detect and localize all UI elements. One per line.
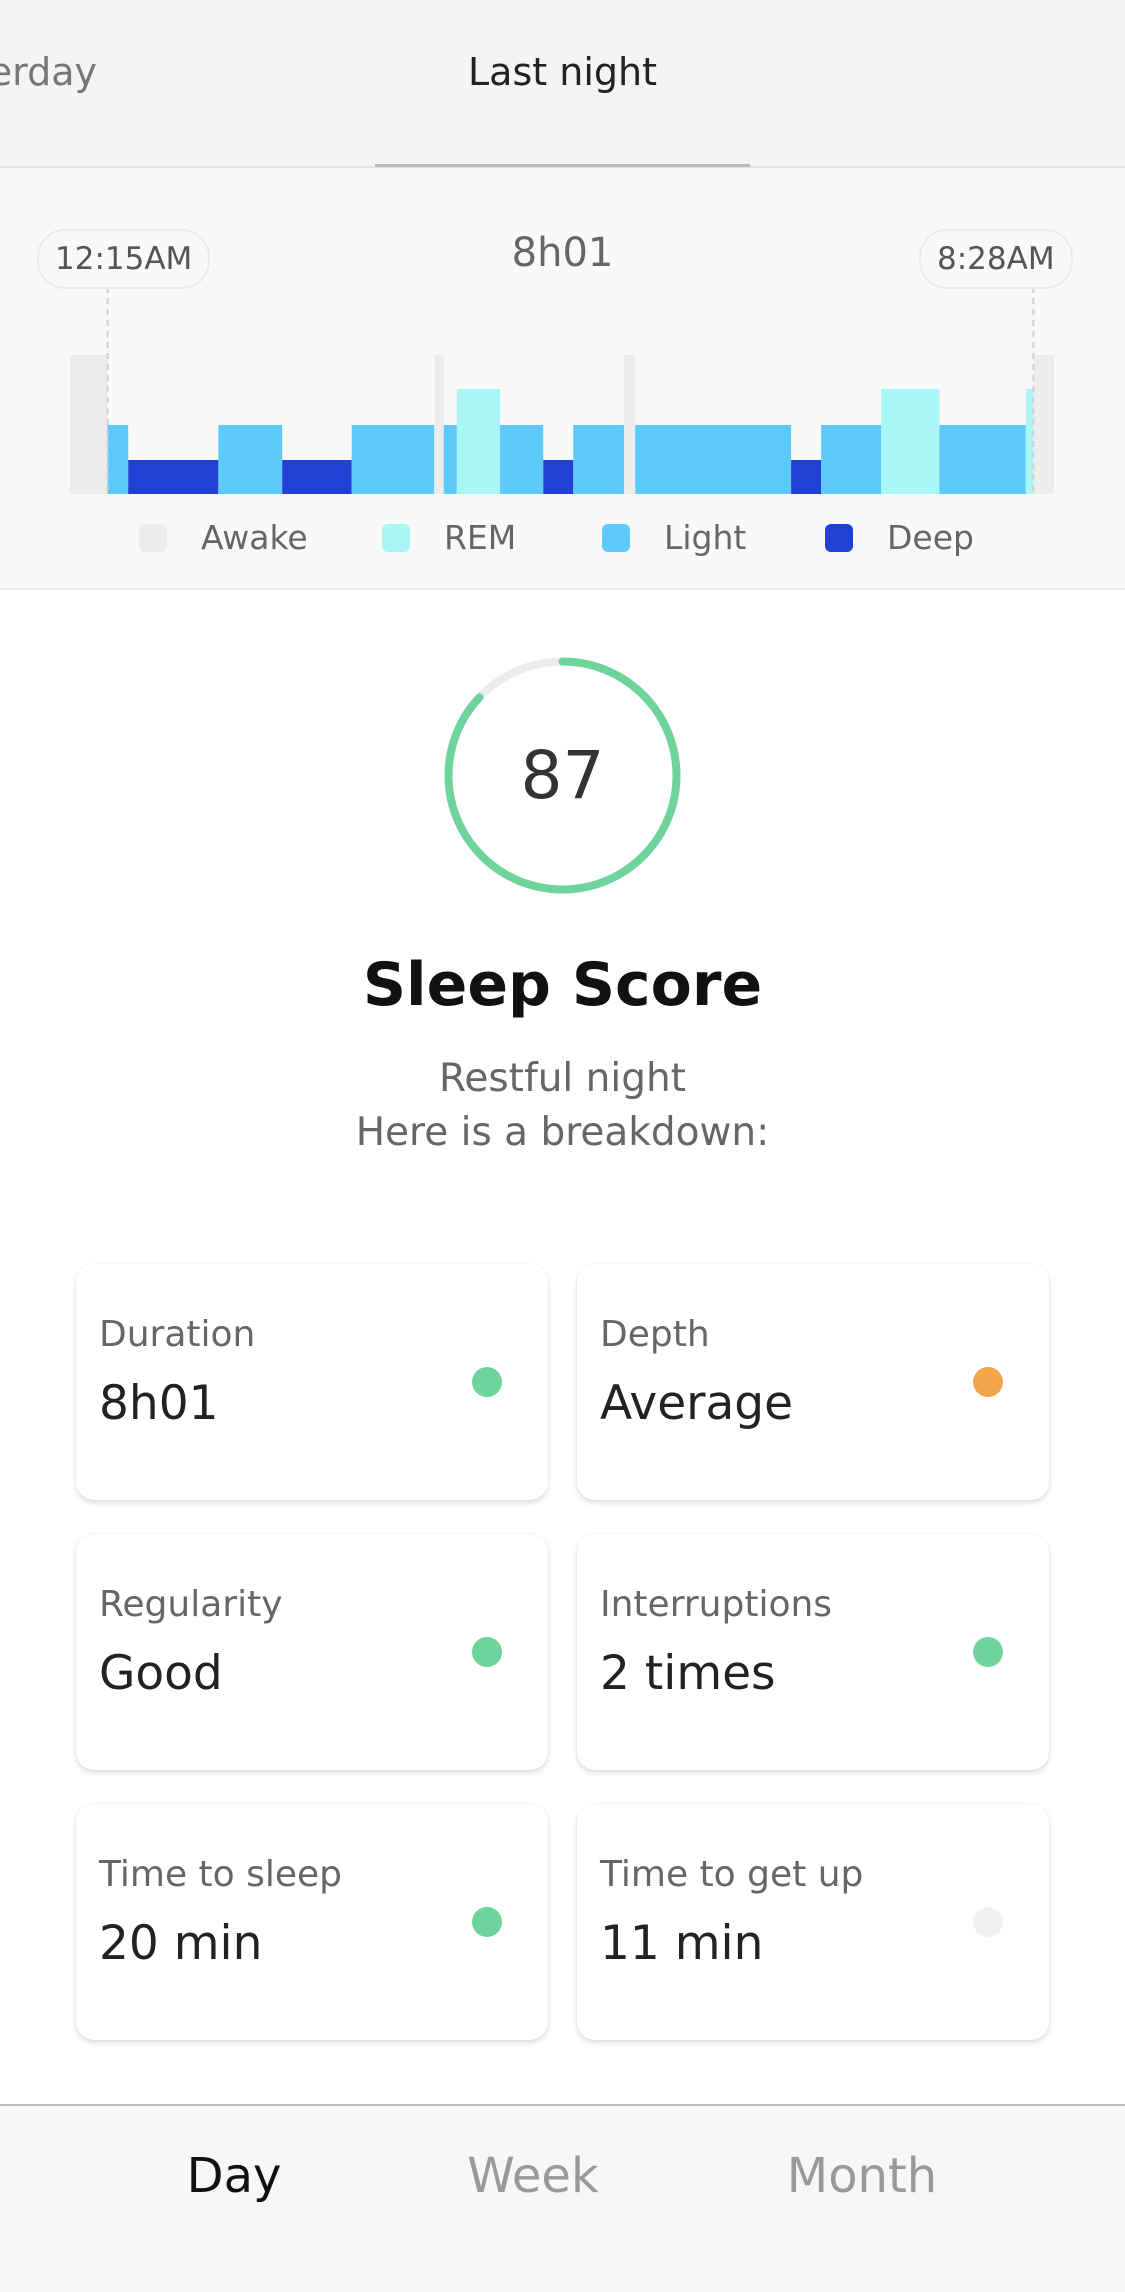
nav-day[interactable]: Day <box>187 2148 282 2204</box>
sleep-duration-label: 8h01 <box>511 230 614 276</box>
stage-bar-deep <box>282 460 352 494</box>
stage-bar-rem <box>456 389 501 494</box>
status-dot-icon <box>973 1907 1003 1937</box>
nav-week[interactable]: Week <box>467 2148 599 2204</box>
sleep-stage-chart <box>70 287 1054 494</box>
stage-bar-light <box>218 425 283 494</box>
stage-bar-rem <box>881 389 940 494</box>
legend-swatch <box>825 523 853 552</box>
status-dot-icon <box>472 1367 502 1397</box>
legend-light: Light <box>602 518 746 557</box>
stage-bar-light <box>107 425 129 494</box>
metric-card-duration[interactable]: Duration 8h01 <box>76 1264 548 1500</box>
legend-awake: Awake <box>139 518 308 557</box>
legend-label: Awake <box>201 518 308 557</box>
stage-bar-awake <box>1033 355 1054 494</box>
legend-rem: REM <box>382 518 516 557</box>
stage-bar-awake <box>623 355 636 494</box>
stage-bar-deep <box>543 460 574 494</box>
metric-label: Interruptions <box>600 1584 833 1625</box>
metric-value: Average <box>600 1376 794 1431</box>
legend-deep: Deep <box>825 518 974 557</box>
metric-card-depth[interactable]: Depth Average <box>577 1264 1049 1500</box>
status-dot-icon <box>472 1907 502 1937</box>
status-dot-icon <box>973 1637 1003 1667</box>
legend-swatch <box>602 523 630 552</box>
metric-value: 20 min <box>99 1916 263 1971</box>
legend-label: Deep <box>887 518 974 557</box>
legend-label: Light <box>664 518 747 557</box>
stage-bar-light <box>573 425 624 494</box>
metric-label: Regularity <box>99 1584 283 1625</box>
legend-label: REM <box>444 518 517 557</box>
status-dot-icon <box>472 1637 502 1667</box>
stage-bar-deep <box>791 460 822 494</box>
page-title: Sleep Score <box>362 950 763 1020</box>
metric-label: Depth <box>600 1314 710 1355</box>
stage-bar-light <box>821 425 882 494</box>
metric-value: Good <box>99 1646 223 1701</box>
sleep-score-value: 87 <box>520 737 605 814</box>
stage-bar-awake <box>434 355 444 494</box>
metric-label: Time to get up <box>600 1854 864 1895</box>
metric-value: 8h01 <box>99 1376 219 1431</box>
legend-swatch <box>139 523 167 552</box>
legend-swatch <box>382 523 410 552</box>
metric-value: 11 min <box>600 1916 764 1971</box>
stage-bar-light <box>351 425 435 494</box>
stage-bar-light <box>443 425 457 494</box>
metric-value: 2 times <box>600 1646 776 1701</box>
breakdown-intro: Here is a breakdown: <box>355 1110 770 1155</box>
metric-label: Time to sleep <box>99 1854 343 1895</box>
stage-bar-rem <box>1025 389 1034 494</box>
metric-card-interruptions[interactable]: Interruptions 2 times <box>577 1534 1049 1770</box>
stage-bar-awake <box>70 355 108 494</box>
stage-bar-light <box>500 425 544 494</box>
nav-month[interactable]: Month <box>787 2148 937 2204</box>
stage-bar-deep <box>128 460 219 494</box>
stage-bar-light <box>635 425 792 494</box>
metric-card-time-to-get-up[interactable]: Time to get up 11 min <box>577 1804 1049 2040</box>
metric-card-time-to-sleep[interactable]: Time to sleep 20 min <box>76 1804 548 2040</box>
stage-bar-light <box>939 425 1026 494</box>
status-dot-icon <box>973 1367 1003 1397</box>
metric-label: Duration <box>99 1314 256 1355</box>
score-summary: Restful night <box>439 1056 686 1101</box>
metric-card-regularity[interactable]: Regularity Good <box>76 1534 548 1770</box>
